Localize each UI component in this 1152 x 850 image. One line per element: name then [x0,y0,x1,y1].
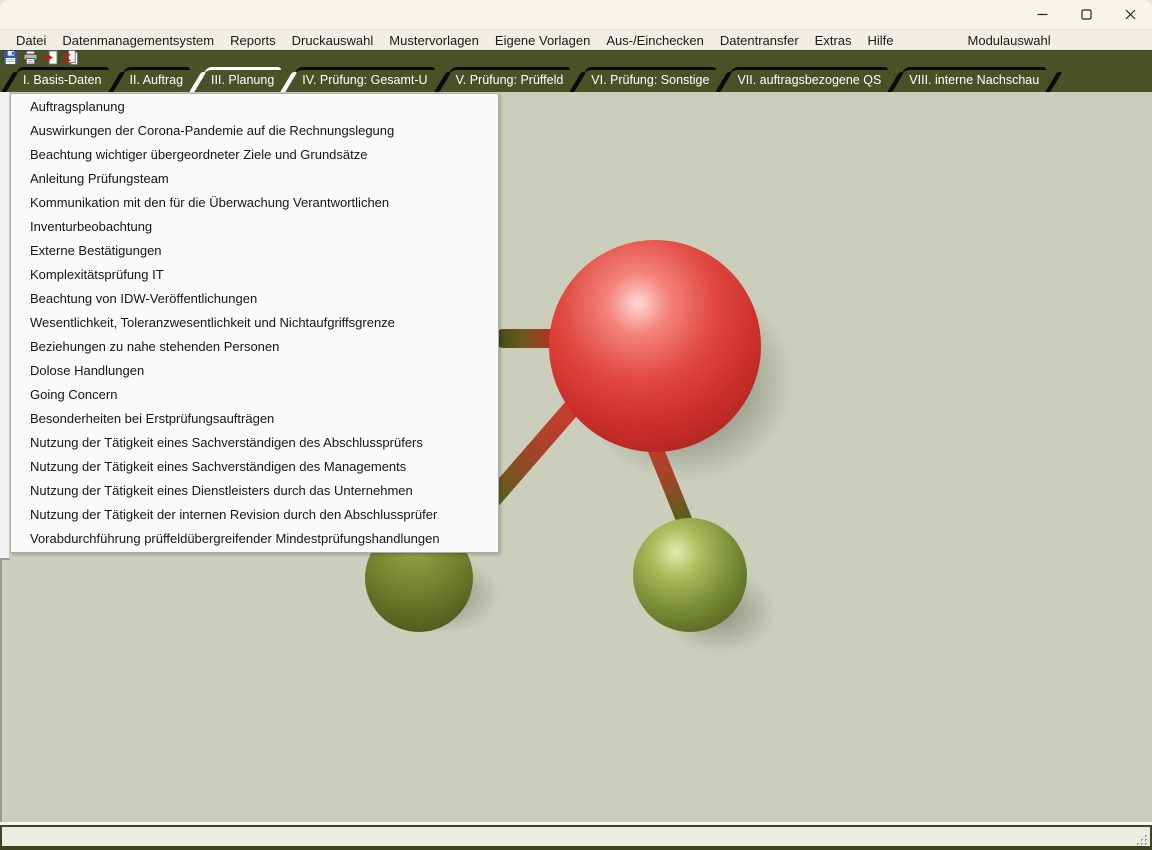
statusbar [0,825,1152,846]
tab-i-basis-daten[interactable]: I. Basis-Daten [16,67,109,93]
dropdown-item-dolose-handlungen[interactable]: Dolose Handlungen [11,359,498,383]
menubar-item-extras[interactable]: Extras [807,33,860,48]
dropdown-item-besonderheiten-bei-erstprüfungsaufträgen[interactable]: Besonderheiten bei Erstprüfungsaufträgen [11,407,498,431]
dropdown-item-komplexitätsprüfung-it[interactable]: Komplexitätsprüfung IT [11,263,498,287]
dropdown-item-auftragsplanung[interactable]: Auftragsplanung [11,95,498,119]
close-icon [1125,9,1136,20]
dropdown-item-nutzung-der-tätigkeit-der-internen-revis[interactable]: Nutzung der Tätigkeit der internen Revis… [11,503,498,527]
tab-viii-interne-nachschau[interactable]: VIII. interne Nachschau [902,67,1046,93]
dropdown-item-inventurbeobachtung[interactable]: Inventurbeobachtung [11,215,498,239]
save-icon [3,50,18,68]
dropdown-item-nutzung-der-tätigkeit-eines-dienstleiste[interactable]: Nutzung der Tätigkeit eines Dienstleiste… [11,479,498,503]
menubar-item-eigene-vorlagen[interactable]: Eigene Vorlagen [487,33,598,48]
minimize-icon [1037,9,1048,20]
menubar-item-mustervorlagen[interactable]: Mustervorlagen [381,33,487,48]
tab-vi-prüfung-sonstige[interactable]: VI. Prüfung: Sonstige [584,67,716,93]
maximize-icon [1081,9,1092,20]
dropdown-item-going-concern[interactable]: Going Concern [11,383,498,407]
olive-bar: I. Basis-Daten II. Auftrag III. Planung IV.… [0,50,1152,92]
menubar-item-aus-einchecken[interactable]: Aus-/Einchecken [598,33,712,48]
close-button[interactable] [1108,0,1152,29]
menubar-item-reports[interactable]: Reports [222,33,284,48]
tab-separator [1045,72,1063,93]
minimize-button[interactable] [1020,0,1064,29]
titlebar [0,0,1152,30]
menubar-item-druckauswahl[interactable]: Druckauswahl [284,33,382,48]
tab-v-prüfung-prüffeld[interactable]: V. Prüfung: Prüffeld [449,67,571,93]
dropdown-item-nutzung-der-tätigkeit-eines-sachverständ[interactable]: Nutzung der Tätigkeit eines Sachverständ… [11,431,498,455]
dropdown-item-beachtung-von-idw-veröffentlichungen[interactable]: Beachtung von IDW-Veröffentlichungen [11,287,498,311]
menubar-item-datenmanagementsystem[interactable]: Datenmanagementsystem [54,33,222,48]
content-area: AuftragsplanungAuswirkungen der Corona-P… [0,92,1152,822]
check-out-pages-icon [63,50,78,68]
dropdown-item-anleitung-prüfungsteam[interactable]: Anleitung Prüfungsteam [11,167,498,191]
check-in-page-icon [43,50,58,68]
application-window: DateiDatenmanagementsystemReportsDruckau… [0,0,1152,850]
tab-vii-auftragsbezogene-qs[interactable]: VII. auftragsbezogene QS [730,67,888,93]
maximize-button[interactable] [1064,0,1108,29]
print-button[interactable] [22,51,39,67]
dropdown-item-nutzung-der-tätigkeit-eines-sachverständ[interactable]: Nutzung der Tätigkeit eines Sachverständ… [11,455,498,479]
save-button[interactable] [2,51,19,67]
dropdown-item-kommunikation-mit-den-für-die-überwachun[interactable]: Kommunikation mit den für die Überwachun… [11,191,498,215]
tab-iv-prüfung-gesamt-u[interactable]: IV. Prüfung: Gesamt-U [295,67,434,93]
window-bottom-edge [0,846,1152,850]
dropdown-item-externe-bestätigungen[interactable]: Externe Bestätigungen [11,239,498,263]
toolbar [0,51,1152,67]
menubar-item-datentransfer[interactable]: Datentransfer [712,33,807,48]
menubar-item-hilfe[interactable]: Hilfe [860,33,902,48]
tab-ii-auftrag[interactable]: II. Auftrag [123,67,191,93]
menubar-item-datei[interactable]: Datei [8,33,54,48]
dropdown-item-beachtung-wichtiger-übergeordneter-ziele[interactable]: Beachtung wichtiger übergeordneter Ziele… [11,143,498,167]
dropdown-menu: AuftragsplanungAuswirkungen der Corona-P… [10,93,499,553]
dropdown-item-vorabdurchführung-prüffeldübergreifender[interactable]: Vorabdurchführung prüffeldübergreifender… [11,527,498,551]
menubar-item-modulauswahl[interactable]: Modulauswahl [960,33,1059,48]
check-in-page-button[interactable] [42,51,59,67]
green-sphere-right [633,518,747,632]
red-sphere [549,240,761,452]
check-out-pages-button[interactable] [62,51,79,67]
window-controls [1020,0,1152,29]
tab-iii-planung[interactable]: III. Planung [204,67,281,93]
menubar: DateiDatenmanagementsystemReportsDruckau… [0,30,1152,50]
resize-grip-icon[interactable] [1136,833,1148,845]
print-icon [23,50,38,68]
dropdown-item-beziehungen-zu-nahe-stehenden-personen[interactable]: Beziehungen zu nahe stehenden Personen [11,335,498,359]
dropdown-item-wesentlichkeit-toleranzwesentlichkeit-un[interactable]: Wesentlichkeit, Toleranzwesentlichkeit u… [11,311,498,335]
dropdown-item-auswirkungen-der-corona-pandemie-auf-die[interactable]: Auswirkungen der Corona-Pandemie auf die… [11,119,498,143]
tabbar: I. Basis-Daten II. Auftrag III. Planung IV.… [0,67,1152,93]
dropdown-left-gutter [0,92,10,560]
